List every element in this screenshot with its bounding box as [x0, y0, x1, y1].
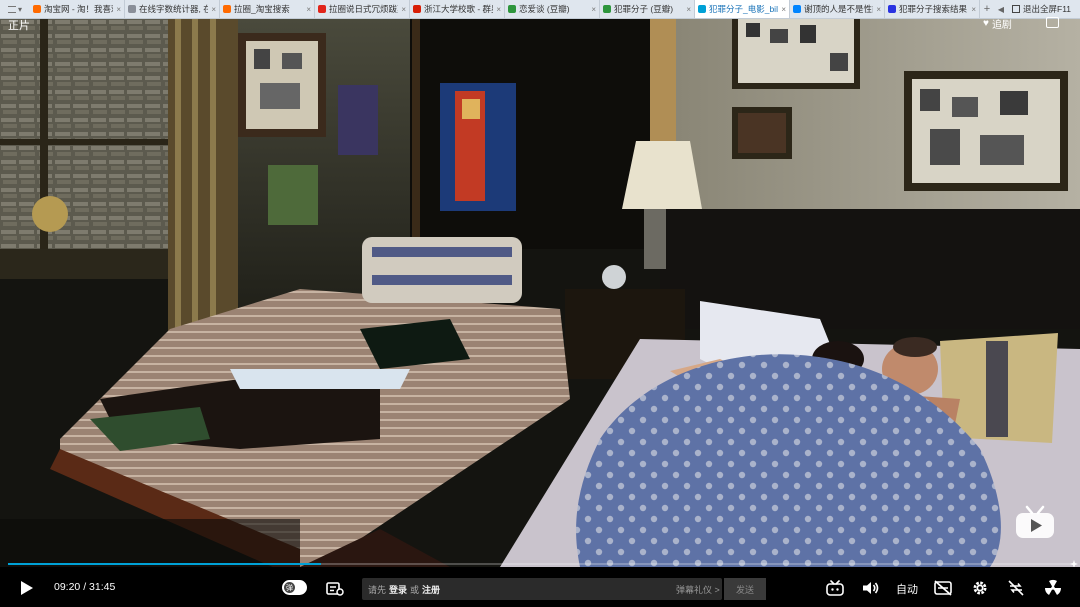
- browser-tab-title: 拉圈说日式冗烦跋剪: [329, 4, 399, 14]
- current-time: 09:20: [54, 581, 81, 593]
- volume-icon: [863, 582, 879, 594]
- douban-icon: [508, 5, 516, 13]
- browser-tab-bar: ▾ 淘宝网 - 淘！我喜欢×在线字数统计器, 在线×拉圈_淘宝搜索×拉圈说日式冗…: [0, 0, 1080, 19]
- browser-tab[interactable]: 犯罪分子 (豆瓣) ×: [600, 0, 695, 18]
- radiation-icon: [1044, 579, 1062, 595]
- loop-off-button[interactable]: [1007, 580, 1025, 596]
- browser-tab[interactable]: 犯罪分子_电影_bilibili×: [695, 0, 790, 18]
- close-icon[interactable]: ×: [211, 5, 216, 14]
- douban-icon: [603, 5, 611, 13]
- subtitle-off-icon: [934, 580, 952, 596]
- browser-tab[interactable]: 浙江大学校歌 - 群星 ×: [410, 0, 505, 18]
- browser-tab[interactable]: 谢顶的人是不是性能 ×: [790, 0, 885, 18]
- video-scene-bedroom: [0, 19, 1080, 567]
- register-link[interactable]: 注册: [422, 583, 440, 596]
- volume-button[interactable]: [862, 580, 880, 596]
- login-link[interactable]: 登录: [389, 583, 407, 596]
- close-icon[interactable]: ×: [781, 5, 786, 14]
- settings-button[interactable]: [971, 580, 989, 596]
- browser-tab-title: 犯罪分子搜索结果 -: [899, 4, 969, 14]
- danmaku-settings-button[interactable]: [326, 580, 344, 596]
- netease-icon: [413, 5, 421, 13]
- danmaku-prompt-prefix: 请先: [368, 584, 387, 595]
- danmaku-input[interactable]: 请先 登录 或 注册: [362, 578, 722, 600]
- danmaku-etiquette-link[interactable]: 弹幕礼仪 >: [676, 583, 720, 596]
- browser-tab[interactable]: 拉圈_淘宝搜索 ×: [220, 0, 315, 18]
- play-button[interactable]: [18, 580, 36, 596]
- close-icon[interactable]: ×: [686, 5, 691, 14]
- episode-title: 正片: [8, 20, 30, 32]
- zhihu-icon: [793, 5, 801, 13]
- danmaku-settings-icon: [326, 581, 344, 596]
- chevron-down-icon: ▾: [17, 4, 22, 14]
- time-display: 09:20 / 31:45: [54, 581, 115, 593]
- browser-tab[interactable]: 拉圈说日式冗烦跋剪 ×: [315, 0, 410, 18]
- tv-mode-button[interactable]: [826, 580, 844, 596]
- bilibili-icon: [698, 5, 706, 13]
- send-danmaku-button[interactable]: 发送: [724, 578, 766, 600]
- danmaku-toggle-knob: 弹: [284, 582, 295, 593]
- taobao-icon: [33, 5, 41, 13]
- close-icon[interactable]: ×: [496, 5, 501, 14]
- follow-button[interactable]: ♥ 追剧: [983, 16, 1012, 31]
- exit-fullscreen-icon: [1012, 5, 1020, 13]
- video-frame[interactable]: [0, 19, 1080, 567]
- browser-tab-title: 拉圈_淘宝搜索: [234, 4, 290, 14]
- tab-list-icon: [7, 5, 16, 13]
- tab-list-button[interactable]: ▾: [0, 0, 30, 18]
- time-separator: /: [83, 581, 87, 593]
- danmaku-prompt-or: 或: [410, 584, 420, 595]
- taobao-icon: [223, 5, 231, 13]
- follow-label: 追剧: [991, 20, 1012, 31]
- close-icon[interactable]: ×: [116, 5, 121, 14]
- browser-tab-title: 犯罪分子_电影_bilibili: [709, 4, 778, 14]
- play-icon: [21, 581, 33, 595]
- danmaku-toggle[interactable]: 弹: [282, 580, 307, 595]
- browser-tab[interactable]: 恋爱谈 (豆瓣) ×: [505, 0, 600, 18]
- doc-icon: [128, 5, 136, 13]
- gear-icon: [973, 581, 987, 595]
- total-time: 31:45: [89, 581, 116, 593]
- browser-tab[interactable]: 犯罪分子搜索结果 - ×: [885, 0, 980, 18]
- radioactive-easter-egg-button[interactable]: [1044, 579, 1062, 597]
- browser-tab-title: 犯罪分子 (豆瓣): [614, 4, 674, 14]
- heart-icon: ♥: [983, 18, 989, 29]
- browser-tab-title: 恋爱谈 (豆瓣): [519, 4, 570, 14]
- close-icon[interactable]: ×: [591, 5, 596, 14]
- browser-tab-title: 浙江大学校歌 - 群星: [424, 4, 494, 14]
- browser-tab-title: 淘宝网 - 淘！我喜欢: [44, 4, 114, 14]
- loop-off-icon: [1008, 580, 1024, 596]
- browser-tab-title: 谢顶的人是不是性能: [804, 4, 874, 14]
- close-icon[interactable]: ×: [971, 5, 976, 14]
- paw-icon: [888, 5, 896, 13]
- close-icon[interactable]: ×: [306, 5, 311, 14]
- exit-fullscreen-label: 退出全屏F11: [1023, 4, 1072, 14]
- subtitle-off-button[interactable]: [934, 580, 952, 596]
- quality-selector[interactable]: 自动: [896, 581, 918, 597]
- message-icon[interactable]: [1046, 17, 1059, 28]
- browser-tab[interactable]: 在线字数统计器, 在线×: [125, 0, 220, 18]
- close-icon[interactable]: ×: [401, 5, 406, 14]
- progress-played: [8, 563, 321, 565]
- browser-tab[interactable]: 淘宝网 - 淘！我喜欢 ×: [30, 0, 125, 18]
- t-icon: [318, 5, 326, 13]
- exit-fullscreen-button[interactable]: 退出全屏F11: [1008, 0, 1080, 18]
- browser-tab-title: 在线字数统计器, 在线: [139, 4, 208, 14]
- tv-icon: [826, 580, 844, 596]
- bilibili-tv-icon[interactable]: [1013, 503, 1057, 541]
- close-icon[interactable]: ×: [876, 5, 881, 14]
